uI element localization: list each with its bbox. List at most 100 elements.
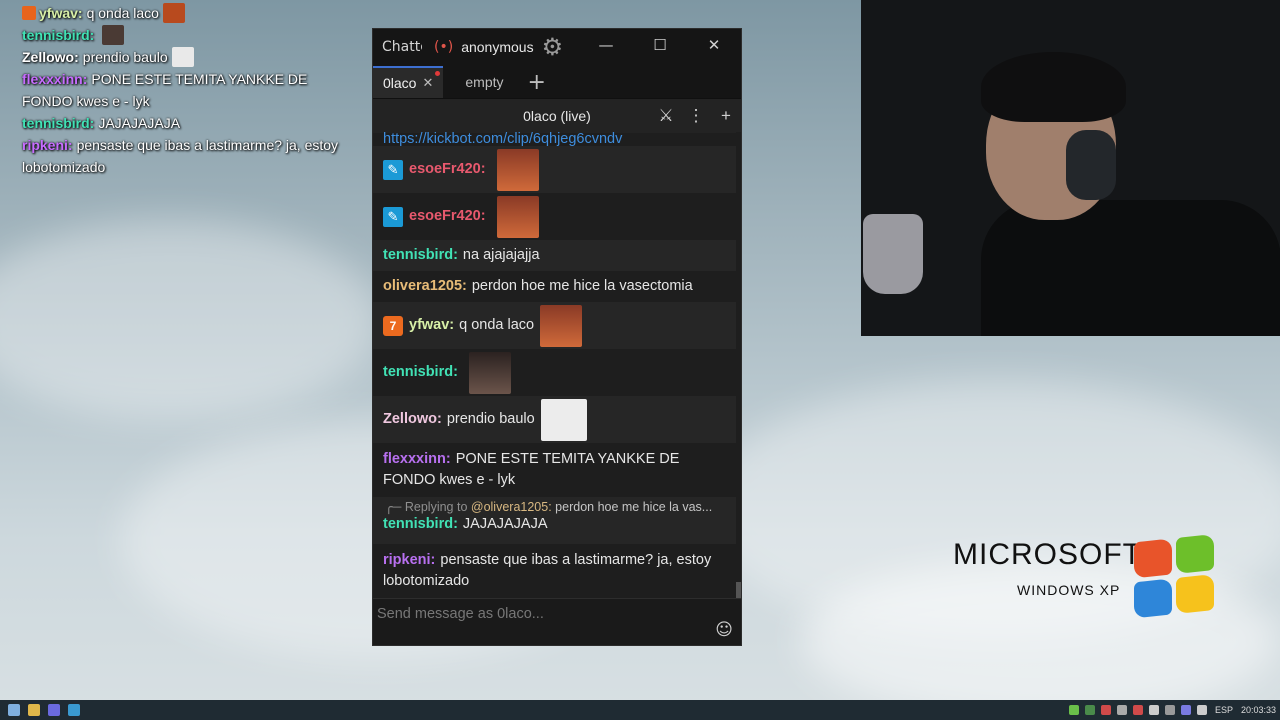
split-menu-button[interactable]: ⋮: [681, 106, 711, 126]
mate-cup: [863, 214, 923, 294]
emote-icon[interactable]: [496, 195, 539, 238]
file-explorer-icon[interactable]: [28, 704, 40, 716]
message-text: prendio baulo: [446, 411, 535, 427]
tab-bar: 0laco ✕ empty +: [373, 64, 741, 98]
list-item[interactable]: Zellowo: prendio baulo: [373, 396, 739, 443]
discord-icon[interactable]: [48, 704, 60, 716]
overlay-username: flexxxinn:: [22, 71, 88, 87]
list-item[interactable]: tennisbird: na ajajajajja: [373, 240, 739, 271]
message-link[interactable]: https://kickbot.com/clip/6qhjeg6cvndv: [383, 132, 622, 146]
app-title: Chatterino: [382, 38, 422, 55]
add-tab-button[interactable]: +: [528, 68, 546, 98]
emoji-picker-icon[interactable]: ☺: [715, 620, 733, 640]
tray-icon[interactable]: [1100, 705, 1111, 715]
list-item[interactable]: https://kickbot.com/clip/6qhjeg6cvndv: [373, 132, 739, 146]
tab-empty[interactable]: empty: [443, 66, 513, 98]
tray-icon[interactable]: [1164, 705, 1175, 715]
close-tab-icon[interactable]: ✕: [422, 75, 433, 91]
message-username[interactable]: tennisbird:: [383, 514, 458, 535]
message-text: q onda laco: [459, 317, 535, 333]
message-username[interactable]: flexxxinn:: [383, 451, 451, 467]
message-input[interactable]: Send message as 0laco... ☺: [373, 598, 741, 645]
tray-icon[interactable]: [1068, 705, 1079, 715]
overlay-line: flexxxinn: PONE ESTE TEMITA YANKKE DE FON…: [22, 68, 352, 112]
streamer-body: [981, 200, 1280, 336]
emote-icon[interactable]: [540, 304, 583, 347]
overlay-line: tennisbird: JAJAJAJAJA: [22, 112, 352, 134]
tab-0laco[interactable]: 0laco ✕: [373, 66, 444, 98]
stream-overlay-chat: yfwav: q onda laco tennisbird: Zellowo: …: [22, 2, 352, 178]
product-text: WINDOWS XP: [1017, 582, 1121, 598]
input-placeholder: Send message as 0laco...: [377, 606, 544, 622]
close-window-button[interactable]: ✕: [687, 29, 741, 64]
emote-icon: [171, 47, 194, 67]
emote-icon[interactable]: [496, 148, 539, 191]
overlay-text: q onda laco: [86, 5, 159, 21]
reply-context[interactable]: ╭─ Replying to @olivera1205: perdon hoe …: [373, 497, 739, 514]
message-username[interactable]: yfwav:: [409, 315, 454, 336]
overlay-line: tennisbird:: [22, 24, 352, 46]
minimize-button[interactable]: —: [579, 29, 633, 64]
message-username[interactable]: esoeFr420:: [409, 159, 486, 180]
tray-icon[interactable]: [1180, 705, 1191, 715]
message-text: JAJAJAJAJA: [462, 516, 548, 532]
list-item[interactable]: flexxxinn: PONE ESTE TEMITA YANKKE DE FON…: [373, 443, 739, 497]
speaker-icon[interactable]: [1196, 705, 1207, 715]
message-username[interactable]: tennisbird:: [383, 245, 458, 266]
scrollbar[interactable]: [736, 132, 741, 602]
tab-label: empty: [465, 74, 504, 90]
overlay-username: yfwav:: [39, 5, 83, 21]
windows-xp-logo-text: MICROSOFT WINDOWS XP: [953, 538, 1142, 598]
moderation-sword-icon[interactable]: ⚔: [651, 106, 681, 126]
list-item[interactable]: ✎ esoeFr420:: [373, 146, 739, 193]
message-username[interactable]: esoeFr420:: [409, 206, 486, 227]
sub-badge-icon: [22, 6, 36, 20]
list-item[interactable]: 7 yfwav: q onda laco: [373, 302, 739, 349]
message-list[interactable]: https://kickbot.com/clip/6qhjeg6cvndv ✎ …: [373, 132, 739, 602]
message-username[interactable]: olivera1205:: [383, 276, 467, 297]
message-text: na ajajajajja: [462, 247, 540, 263]
sub-badge-icon: 7: [383, 315, 403, 336]
message-username[interactable]: ripkeni:: [383, 552, 435, 568]
split-header[interactable]: 0laco (live) ⚔ ⋮ +: [373, 98, 741, 133]
message-username[interactable]: tennisbird:: [383, 362, 458, 383]
kick-badge-icon: ✎: [383, 159, 403, 180]
reply-arrow-icon: ╭─: [385, 500, 405, 514]
message-text: perdon hoe me hice la vasectomia: [471, 278, 693, 294]
chat-window[interactable]: Chatterino (•) anonymous ⚙ — ☐ ✕ 0laco ✕…: [372, 28, 742, 646]
overlay-username: ripkeni:: [22, 137, 73, 153]
tray-icon[interactable]: [1116, 705, 1127, 715]
list-item[interactable]: ╭─ Replying to @olivera1205: perdon hoe …: [373, 497, 739, 544]
emote-icon: [162, 3, 185, 23]
message-username[interactable]: Zellowo:: [383, 409, 442, 430]
language-indicator[interactable]: ESP: [1215, 705, 1233, 715]
add-split-button[interactable]: +: [711, 106, 741, 126]
list-item[interactable]: ✎ esoeFr420:: [373, 193, 739, 240]
account-switcher[interactable]: anonymous: [461, 39, 533, 55]
list-item[interactable]: ripkeni: pensaste que ibas a lastimarme? …: [373, 544, 739, 598]
overlay-text: JAJAJAJAJA: [98, 115, 181, 131]
reply-username[interactable]: @olivera1205:: [471, 500, 552, 514]
list-item[interactable]: tennisbird:: [373, 349, 739, 396]
streamer-hair: [981, 52, 1126, 122]
emote-icon[interactable]: [468, 351, 511, 394]
tray-icon[interactable]: [1084, 705, 1095, 715]
gear-icon[interactable]: ⚙: [542, 35, 564, 59]
live-dot-icon: [435, 71, 441, 76]
tab-label: 0laco: [383, 75, 417, 91]
clock[interactable]: 20:03:33: [1241, 705, 1276, 715]
list-item[interactable]: olivera1205: perdon hoe me hice la vasec…: [373, 271, 739, 302]
chatterino-icon[interactable]: [68, 704, 80, 716]
overlay-username: tennisbird:: [22, 115, 95, 131]
overlay-line: ripkeni: pensaste que ibas a lastimarme? …: [22, 134, 352, 178]
maximize-button[interactable]: ☐: [633, 29, 687, 64]
emote-icon[interactable]: [540, 398, 587, 441]
start-menu-icon[interactable]: [8, 704, 20, 716]
tray-icon[interactable]: [1132, 705, 1143, 715]
reply-prefix: Replying to: [404, 500, 468, 514]
taskbar: ESP 20:03:33: [0, 700, 1280, 720]
live-icon[interactable]: (•): [434, 39, 453, 55]
tray-icon[interactable]: [1148, 705, 1159, 715]
title-bar[interactable]: Chatterino (•) anonymous ⚙ — ☐ ✕: [373, 29, 741, 64]
emote-icon: [102, 25, 125, 45]
